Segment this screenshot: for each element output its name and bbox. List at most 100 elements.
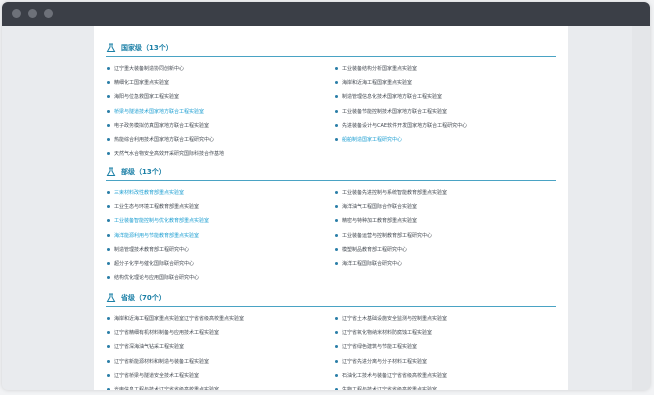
bullet-icon (107, 261, 110, 265)
list-item[interactable]: 电子政务模拟仿真国家地方联合工程实验室 (106, 119, 334, 133)
list-item-link[interactable]: 海阳与位急救国家工程实验室 (114, 94, 179, 100)
list-item[interactable]: 辽宁省桥梁与隧道安全技术工程实验室 (106, 369, 334, 383)
list-item-link[interactable]: 工业装备智能控制与优化教育部重点实验室 (114, 218, 209, 224)
list-item-link[interactable]: 工业装备结构分析国家重点实验室 (342, 66, 417, 72)
list-item-link[interactable]: 工业装备运营与控制教育部工程研究中心 (342, 233, 432, 239)
bullet-icon (335, 137, 338, 141)
list-item[interactable]: 热能综合利用技术国家地方联合工程研究中心 (106, 133, 334, 147)
list-item-link[interactable]: 辽宁省氧化物纳米材料防腐蚀工程实验室 (342, 330, 432, 336)
list-item[interactable]: 海洋能源利用与节能教育部重点实验室 (106, 229, 334, 243)
list-item[interactable]: 制造管理技术教育部工程研究中心 (106, 243, 334, 257)
bullet-icon (107, 276, 110, 280)
list-item-link[interactable]: 辽宁省绿色建筑与节能工程实验室 (342, 344, 417, 350)
list-item[interactable]: 精细化工国家重点实验室 (106, 76, 334, 90)
list-item-link[interactable]: 工业装备先进控制与系统智能教育部重点实验室 (342, 190, 447, 196)
list-item-link[interactable]: 辽宁省桥梁与隧道安全技术工程实验室 (114, 373, 199, 379)
list-item[interactable]: 辽宁省新能源材料和制造与装备工程实验室 (106, 355, 334, 369)
list-item-link[interactable]: 制造管理信息化技术国家地方联合工程实验室 (342, 94, 442, 100)
list-item-link[interactable]: 海岸和近海工程国家重点实验室辽宁省省级高校重点实验室 (114, 316, 244, 322)
bullet-icon (107, 191, 110, 194)
list-item[interactable]: 工业装备先进控制与系统智能教育部重点实验室 (334, 186, 556, 200)
list-item-link[interactable]: 超分子化学与催化国际联合研究中心 (114, 261, 194, 267)
list-item-link[interactable]: 三束材料改性教育部重点实验室 (114, 190, 184, 196)
list-item[interactable]: 工业装备结构分析国家重点实验室 (334, 62, 556, 76)
list-item[interactable]: 超分子化学与催化国际联合研究中心 (106, 257, 334, 271)
list-item[interactable]: 光电信息工程与技术辽宁省省级高校重点实验室 (106, 383, 334, 390)
list-item-link[interactable]: 辽宁省精细有机材料制备与应用技术工程实验室 (114, 330, 219, 336)
list-item-link[interactable]: 热能综合利用技术国家地方联合工程研究中心 (114, 137, 214, 143)
list-item[interactable]: 桥梁与隧道技术国家地方联合工程实验室 (106, 105, 334, 119)
list-item-link[interactable]: 辽宁省新能源材料和制造与装备工程实验室 (114, 359, 209, 365)
window-close-dot[interactable] (12, 9, 21, 18)
bullet-icon (335, 261, 338, 265)
list-item-link[interactable]: 精细化工国家重点实验室 (114, 80, 169, 86)
list-item[interactable]: 辽宁省精细有机材料制备与应用技术工程实验室 (106, 326, 334, 340)
list-item[interactable]: 三束材料改性教育部重点实验室 (106, 186, 334, 200)
list-item[interactable]: 先进装备设计与CAE软件开发国家地方联合工程研究中心 (334, 119, 556, 133)
list-item-link[interactable]: 光电信息工程与技术辽宁省省级高校重点实验室 (114, 387, 219, 390)
list-item-link[interactable]: 辽宁省土木基础设施安全监测与控制重点实验室 (342, 316, 447, 322)
list-item[interactable]: 海洋油气工程国际合作联合实验室 (334, 200, 556, 214)
list-item-link[interactable]: 工业生态与环境工程教育部重点实验室 (114, 204, 199, 210)
list-item[interactable]: 辽宁省先进分离与分子材料工程实验室 (334, 355, 556, 369)
section-ministry: 部级（13个） 三束材料改性教育部重点实验室 工业装备先进控制与系统智能教育部重点… (106, 166, 560, 285)
list-item[interactable]: 辽宁省深海油气钻采工程实验室 (106, 340, 334, 354)
list-item-link[interactable]: 辽宁重大装备制造协同创新中心 (114, 66, 184, 72)
list-item-link[interactable]: 海岸和近海工程国家重点实验室 (342, 80, 412, 86)
list-item[interactable]: 辽宁省绿色建筑与节能工程实验室 (334, 340, 556, 354)
list-item[interactable]: 工业装备节能控制技术国家地方联合工程实验室 (334, 105, 556, 119)
section-national: 国家级（13个） 辽宁重大装备制造协同创新中心 工业装备结构分析国家重点实验室精细… (106, 42, 560, 161)
list-item-link[interactable]: 桥梁与隧道技术国家地方联合工程实验室 (114, 109, 204, 115)
list-item[interactable]: 海岸和近海工程国家重点实验室辽宁省省级高校重点实验室 (106, 312, 334, 326)
list-item-link[interactable]: 海洋工程国际联合研究中心 (342, 261, 402, 267)
bullet-icon (107, 387, 110, 390)
list-item[interactable]: 石油化工技术与装备辽宁省省级高校重点实验室 (334, 369, 556, 383)
list-item[interactable]: 海岸和近海工程国家重点实验室 (334, 76, 556, 90)
list-item-link[interactable]: 天然气水合物安全高效开采研究国际科技合作基地 (114, 151, 224, 157)
list-item[interactable]: 辽宁省土木基础设施安全监测与控制重点实验室 (334, 312, 556, 326)
bullet-icon (335, 123, 338, 127)
list-item-link[interactable]: 生物工程与技术辽宁省省级高校重点实验室 (342, 387, 437, 390)
list-item-link[interactable]: 结构优化理论与应用国际联合研究中心 (114, 275, 199, 281)
list-item[interactable]: 工业装备智能控制与优化教育部重点实验室 (106, 214, 334, 228)
list-item-link[interactable]: 先进装备设计与CAE软件开发国家地方联合工程研究中心 (342, 123, 467, 129)
browser-window: 国家级（13个） 辽宁重大装备制造协同创新中心 工业装备结构分析国家重点实验室精细… (2, 2, 650, 390)
list-item-link[interactable]: 电子政务模拟仿真国家地方联合工程实验室 (114, 123, 209, 129)
list-item[interactable]: 精密与特种加工教育部重点实验室 (334, 214, 556, 228)
bullet-icon (335, 317, 338, 320)
window-minimize-dot[interactable] (28, 9, 37, 18)
list-item-link[interactable]: 石油化工技术与装备辽宁省省级高校重点实验室 (342, 373, 447, 379)
scrollbar[interactable] (632, 26, 650, 390)
list-item[interactable]: 模塑制品教育部工程研究中心 (334, 243, 556, 257)
bullet-icon (335, 67, 338, 70)
list-item[interactable]: 海阳与位急救国家工程实验室 (106, 90, 334, 104)
list-item[interactable]: 辽宁省氧化物纳米材料防腐蚀工程实验室 (334, 326, 556, 340)
list-item-link[interactable]: 海洋能源利用与节能教育部重点实验室 (114, 233, 199, 239)
list-item[interactable]: 制造管理信息化技术国家地方联合工程实验室 (334, 90, 556, 104)
bullet-icon (335, 247, 338, 251)
list-item[interactable]: 辽宁重大装备制造协同创新中心 (106, 62, 334, 76)
list-item[interactable]: 生物工程与技术辽宁省省级高校重点实验室 (334, 383, 556, 390)
list-item-link[interactable]: 海洋油气工程国际合作联合实验室 (342, 204, 417, 210)
bullet-icon (335, 109, 338, 113)
list-item[interactable]: 船舶制造国家工程研究中心 (334, 133, 556, 147)
list-item-link[interactable]: 制造管理技术教育部工程研究中心 (114, 247, 189, 253)
list-item[interactable]: 工业装备运营与控制教育部工程研究中心 (334, 229, 556, 243)
window-maximize-dot[interactable] (44, 9, 53, 18)
list-item-link[interactable]: 模塑制品教育部工程研究中心 (342, 247, 407, 253)
item-list: 三束材料改性教育部重点实验室 工业装备先进控制与系统智能教育部重点实验室工业生态与… (106, 186, 560, 285)
list-item-link[interactable]: 工业装备节能控制技术国家地方联合工程实验室 (342, 109, 447, 115)
list-item[interactable]: 天然气水合物安全高效开采研究国际科技合作基地 (106, 147, 334, 161)
list-item[interactable]: 工业生态与环境工程教育部重点实验室 (106, 200, 334, 214)
list-item[interactable]: 结构优化理论与应用国际联合研究中心 (106, 271, 334, 285)
list-item-link[interactable]: 精密与特种加工教育部重点实验室 (342, 218, 417, 224)
bullet-icon (107, 219, 110, 223)
list-item[interactable]: 海洋工程国际联合研究中心 (334, 257, 556, 271)
window-titlebar (2, 2, 650, 26)
bullet-icon (335, 81, 338, 85)
list-item-link[interactable]: 船舶制造国家工程研究中心 (342, 137, 402, 143)
section-divider (106, 56, 556, 57)
list-item-link[interactable]: 辽宁省深海油气钻采工程实验室 (114, 344, 184, 350)
section-title: 国家级（13个） (121, 44, 173, 52)
list-item-link[interactable]: 辽宁省先进分离与分子材料工程实验室 (342, 359, 427, 365)
